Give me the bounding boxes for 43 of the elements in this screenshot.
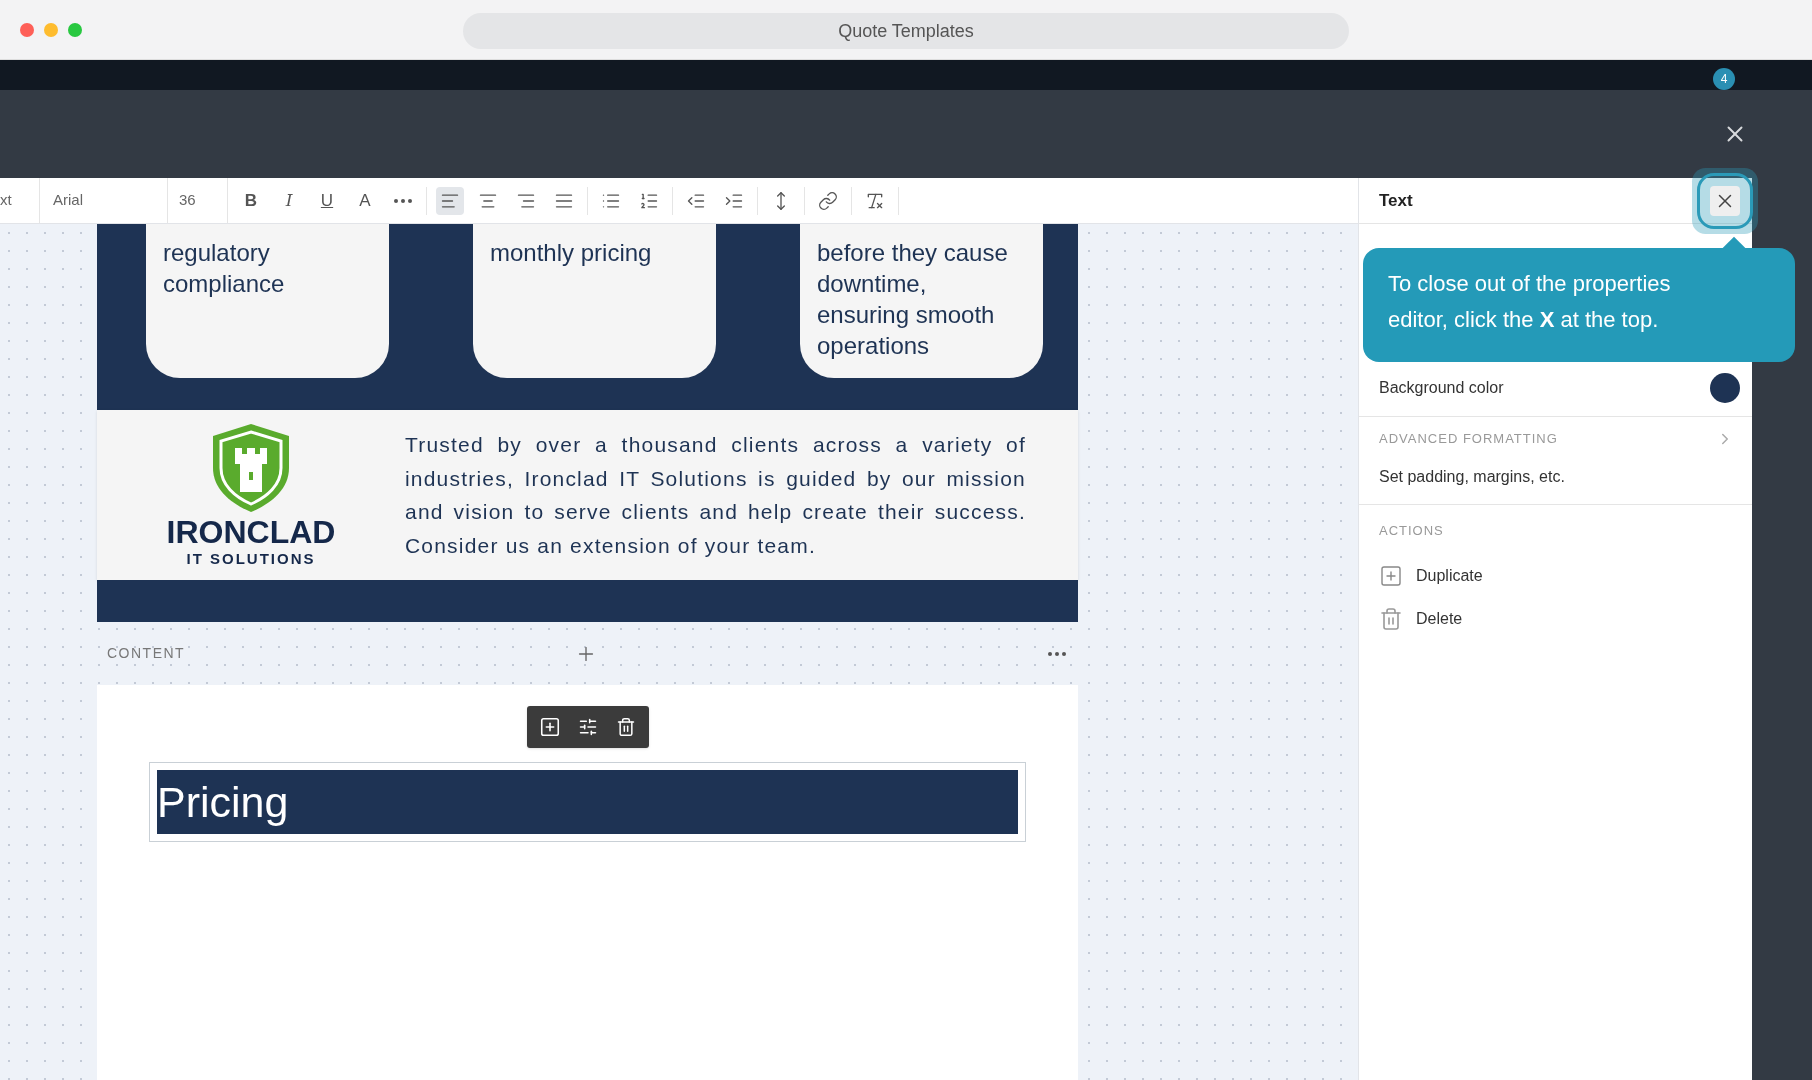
feature-text: monthly pricing xyxy=(490,238,653,268)
duplicate-icon xyxy=(1379,564,1403,588)
feature-text: regulatory compliance xyxy=(163,238,286,299)
notification-badge: 4 xyxy=(1713,68,1735,90)
font-size-field[interactable]: 36 xyxy=(168,178,228,223)
shield-logo-icon xyxy=(210,422,292,514)
underline-button[interactable]: U xyxy=(313,186,341,215)
trash-icon xyxy=(615,717,636,737)
duplicate-icon xyxy=(539,716,562,738)
link-icon xyxy=(818,190,838,211)
color-button[interactable]: A xyxy=(351,186,379,215)
font-field[interactable]: Arial xyxy=(40,178,168,223)
color-swatch[interactable] xyxy=(1710,372,1740,403)
zoom-window-button[interactable] xyxy=(68,22,82,37)
italic-button[interactable]: I xyxy=(275,186,303,215)
bold-button[interactable]: B xyxy=(237,186,265,215)
more-options-button[interactable] xyxy=(1048,651,1066,656)
more-icon xyxy=(394,198,412,203)
close-window-button[interactable] xyxy=(20,22,34,37)
duplicate-block-button[interactable] xyxy=(539,716,562,738)
trash-icon xyxy=(1379,607,1403,631)
delete-action[interactable]: Delete xyxy=(1379,597,1752,641)
tooltip-text: To close out of the properties editor, click the X at the top. xyxy=(1388,270,1672,334)
style-field[interactable]: xt xyxy=(0,178,40,223)
panel-title: Text xyxy=(1379,189,1413,212)
window-title: Quote Templates xyxy=(463,13,1349,49)
duplicate-action[interactable]: Duplicate xyxy=(1379,554,1752,598)
section-description: Set padding, margins, etc. xyxy=(1379,466,1566,487)
section-label: CONTENT xyxy=(107,644,186,663)
close-panel-button[interactable] xyxy=(1710,185,1740,216)
more-icon xyxy=(1048,651,1066,656)
about-paragraph: Trusted by over a thousand clients across a variety of industries, Ironclad IT Solutions is guided by our mission and vision to serve clients and help create their success. Consider us an extension of your team. xyxy=(405,432,1026,559)
heading-text: Pricing xyxy=(157,780,289,824)
background-color-label: Background color xyxy=(1379,377,1504,398)
section-heading: ACTIONS xyxy=(1379,522,1445,540)
logo-tagline: IT SOLUTIONS xyxy=(186,550,316,568)
align-left-button[interactable] xyxy=(436,186,464,215)
logo-wordmark: IRONCLAD xyxy=(166,514,336,550)
block-settings-button[interactable] xyxy=(578,717,599,737)
feature-text: before they cause downtime, ensuring smooth operations xyxy=(817,238,1009,361)
delete-block-button[interactable] xyxy=(615,717,636,737)
section-heading: ADVANCED FORMATTING xyxy=(1379,430,1558,448)
sliders-icon xyxy=(578,717,599,737)
